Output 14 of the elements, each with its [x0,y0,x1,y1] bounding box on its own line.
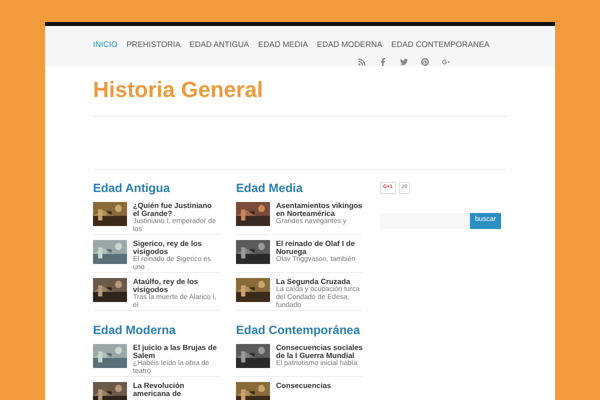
nav-link[interactable]: PREHISTORIA [126,41,181,49]
nav-link[interactable]: EDAD CONTEMPORANEA [391,41,490,49]
search-field[interactable] [380,212,470,228]
section-heading[interactable]: Edad Media [236,182,363,194]
nav-link[interactable]: EDAD MEDIA [258,41,308,49]
section-heading[interactable]: Edad Antigua [93,182,220,194]
nav-link[interactable]: EDAD ANTIGUA [190,41,250,49]
nav-link[interactable]: EDAD MODERNA [316,41,382,49]
bird-icon[interactable] [400,58,408,66]
section-heading[interactable]: Edad Moderna [93,324,220,336]
letter-f-icon[interactable] [379,58,387,66]
rss-icon[interactable] [358,58,366,66]
g-plus-icon[interactable] [442,58,450,66]
section-heading[interactable]: Edad Contemporánea [236,324,363,336]
